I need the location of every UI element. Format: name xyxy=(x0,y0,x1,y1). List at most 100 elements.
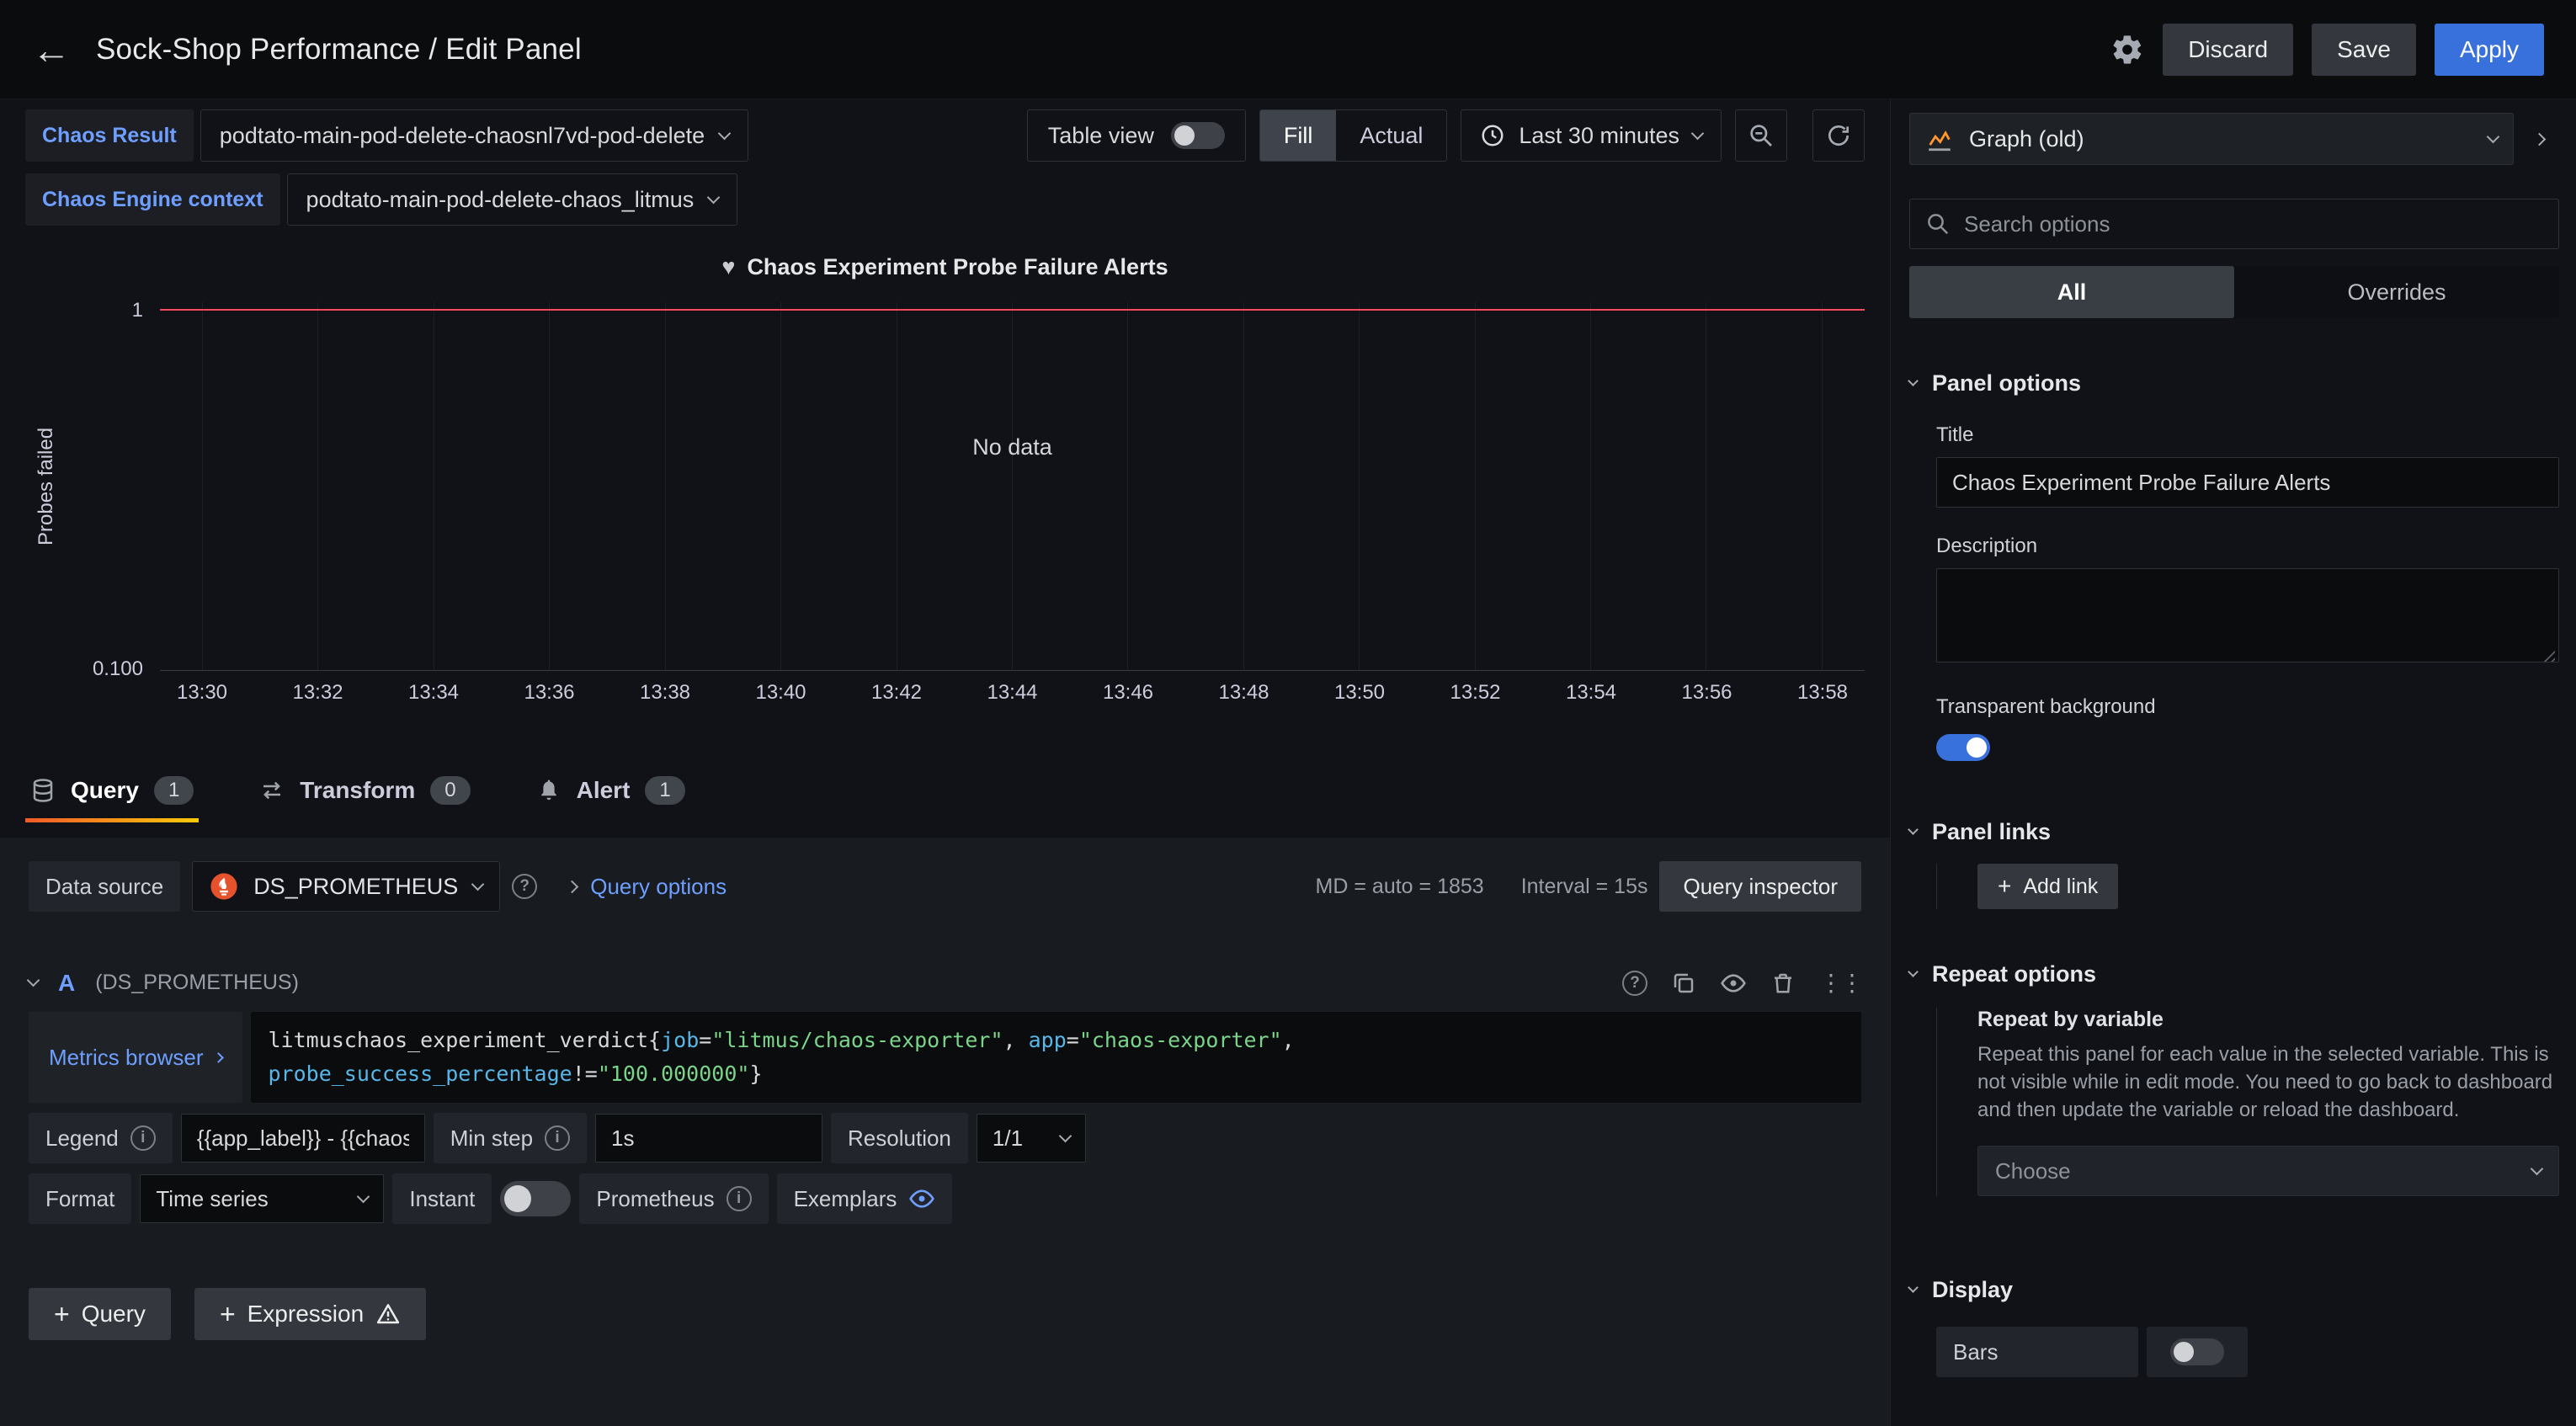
panel-title-input[interactable] xyxy=(1936,457,2559,508)
fill-option[interactable]: Fill xyxy=(1260,110,1337,161)
max-datapoints-stat: MD = auto = 1853 xyxy=(1316,875,1484,899)
header-actions: Discard Save Apply xyxy=(2110,24,2544,76)
collapse-options-button[interactable] xyxy=(2519,113,2559,165)
tab-overrides[interactable]: Overrides xyxy=(2234,266,2559,318)
section-title: Panel links xyxy=(1932,819,2051,845)
tab-label: Transform xyxy=(300,777,415,804)
promql-editor-row: Metrics browser litmuschaos_experiment_v… xyxy=(29,1012,1861,1103)
table-view-toggle[interactable] xyxy=(1171,122,1225,149)
delete-query-icon[interactable] xyxy=(1770,971,1796,996)
query-options-toggle[interactable]: Query options xyxy=(567,874,726,900)
discard-button[interactable]: Discard xyxy=(2163,24,2293,76)
plus-icon: + xyxy=(220,1301,236,1328)
time-range-picker[interactable]: Last 30 minutes xyxy=(1461,109,1722,162)
x-tick-label: 13:32 xyxy=(285,681,352,715)
back-button[interactable]: ← xyxy=(32,30,71,69)
chevron-down-icon xyxy=(2487,130,2500,143)
arrow-left-icon: ← xyxy=(32,28,71,72)
save-button[interactable]: Save xyxy=(2312,24,2416,76)
resolution-value: 1/1 xyxy=(993,1125,1023,1152)
chevron-down-icon xyxy=(1908,824,1919,835)
section-title: Panel options xyxy=(1932,370,2081,396)
chevron-down-icon xyxy=(1908,375,1919,386)
metrics-browser-label: Metrics browser xyxy=(49,1045,203,1071)
panel-description-input[interactable] xyxy=(1936,568,2559,662)
promql-code[interactable]: litmuschaos_experiment_verdict{job="litm… xyxy=(251,1012,1861,1103)
display-header[interactable]: Display xyxy=(1909,1277,2559,1303)
gridline xyxy=(1822,302,1823,670)
panel-settings-button[interactable] xyxy=(2110,33,2144,67)
options-search-input[interactable] xyxy=(1964,211,2543,237)
zoom-out-button[interactable] xyxy=(1735,109,1787,162)
add-expression-button[interactable]: + Expression xyxy=(194,1288,426,1340)
gridline xyxy=(780,302,781,670)
hide-query-icon[interactable] xyxy=(1720,970,1747,997)
editor-tabs: Query 1 Transform 0 Alert 1 xyxy=(25,758,1865,822)
database-icon xyxy=(30,778,56,803)
refresh-button[interactable] xyxy=(1812,109,1865,162)
prometheus-type-label: Prometheus i xyxy=(579,1173,768,1224)
template-variables: Chaos Result podtato-main-pod-delete-cha… xyxy=(25,109,748,226)
add-link-button[interactable]: + Add link xyxy=(1977,864,2118,909)
query-help-icon[interactable]: ? xyxy=(1622,971,1647,996)
section-title: Repeat options xyxy=(1932,961,2096,987)
x-tick-label: 13:44 xyxy=(979,681,1046,715)
apply-button[interactable]: Apply xyxy=(2435,24,2544,76)
options-tabs: All Overrides xyxy=(1909,266,2559,318)
tab-alert[interactable]: Alert 1 xyxy=(531,758,690,822)
format-label: Format xyxy=(29,1173,131,1224)
tab-label: Query xyxy=(71,777,139,804)
instant-toggle[interactable] xyxy=(500,1181,571,1216)
x-tick-label: 13:58 xyxy=(1789,681,1856,715)
datasource-help-icon[interactable]: ? xyxy=(512,874,537,899)
collapse-query-icon[interactable] xyxy=(27,974,40,987)
time-range-label: Last 30 minutes xyxy=(1519,123,1679,149)
gridline xyxy=(202,302,203,670)
transparent-background-toggle[interactable] xyxy=(1936,734,1990,761)
panel-options-header[interactable]: Panel options xyxy=(1909,370,2559,396)
format-select[interactable]: Time series xyxy=(140,1174,384,1223)
legend-label: Legend i xyxy=(29,1113,173,1163)
chaos-result-select[interactable]: podtato-main-pod-delete-chaosnl7vd-pod-d… xyxy=(200,109,748,162)
add-query-button[interactable]: + Query xyxy=(29,1288,171,1340)
repeat-variable-select[interactable]: Choose xyxy=(1977,1146,2559,1196)
x-tick-label: 13:36 xyxy=(516,681,583,715)
resolution-select[interactable]: 1/1 xyxy=(977,1114,1086,1163)
bars-toggle[interactable] xyxy=(2170,1338,2224,1365)
y-axis-label: Probes failed xyxy=(25,302,67,671)
query-inspector-button[interactable]: Query inspector xyxy=(1659,861,1861,912)
drag-handle-icon[interactable]: ⋮⋮ xyxy=(1819,969,1861,997)
duplicate-query-icon[interactable] xyxy=(1671,971,1696,996)
legend-format-input[interactable] xyxy=(181,1114,425,1163)
chevron-down-icon xyxy=(1691,126,1705,140)
y-axis-ticks: 1 0.100 xyxy=(67,302,160,671)
datasource-select[interactable]: DS_PROMETHEUS xyxy=(192,861,500,912)
x-tick-label: 13:56 xyxy=(1674,681,1741,715)
actual-option[interactable]: Actual xyxy=(1336,110,1446,161)
tab-all[interactable]: All xyxy=(1909,266,2234,318)
panel-links-content: + Add link xyxy=(1936,864,2559,909)
prometheus-icon xyxy=(210,872,238,901)
chevron-down-icon xyxy=(707,190,721,204)
query-datasource-hint: (DS_PROMETHEUS) xyxy=(95,971,299,995)
add-expression-label: Expression xyxy=(247,1301,365,1328)
chaos-engine-select[interactable]: podtato-main-pod-delete-chaos_litmus xyxy=(287,173,738,226)
metrics-browser-button[interactable]: Metrics browser xyxy=(29,1012,242,1103)
panel-links-header[interactable]: Panel links xyxy=(1909,819,2559,845)
gridline xyxy=(1590,302,1591,670)
visualization-select[interactable]: Graph (old) xyxy=(1909,113,2514,165)
top-header: ← Sock-Shop Performance / Edit Panel Dis… xyxy=(0,0,2576,99)
tab-query[interactable]: Query 1 xyxy=(25,758,199,822)
tab-count: 1 xyxy=(645,776,684,805)
exemplars-eye-icon[interactable] xyxy=(908,1185,935,1212)
tab-transform[interactable]: Transform 0 xyxy=(254,758,475,822)
variable-value: podtato-main-pod-delete-chaos_litmus xyxy=(306,187,695,213)
repeat-options-header[interactable]: Repeat options xyxy=(1909,961,2559,987)
chevron-down-icon xyxy=(2531,1162,2544,1175)
query-stats: MD = auto = 1853 Interval = 15s xyxy=(1316,875,1648,899)
min-step-input[interactable] xyxy=(595,1114,822,1163)
datasource-row: Data source DS_PROMETHEUS ? Query option… xyxy=(29,861,1861,912)
instant-label: Instant xyxy=(392,1173,492,1224)
table-view-control: Table view xyxy=(1027,109,1246,162)
variable-row-chaos-result: Chaos Result podtato-main-pod-delete-cha… xyxy=(25,109,748,162)
